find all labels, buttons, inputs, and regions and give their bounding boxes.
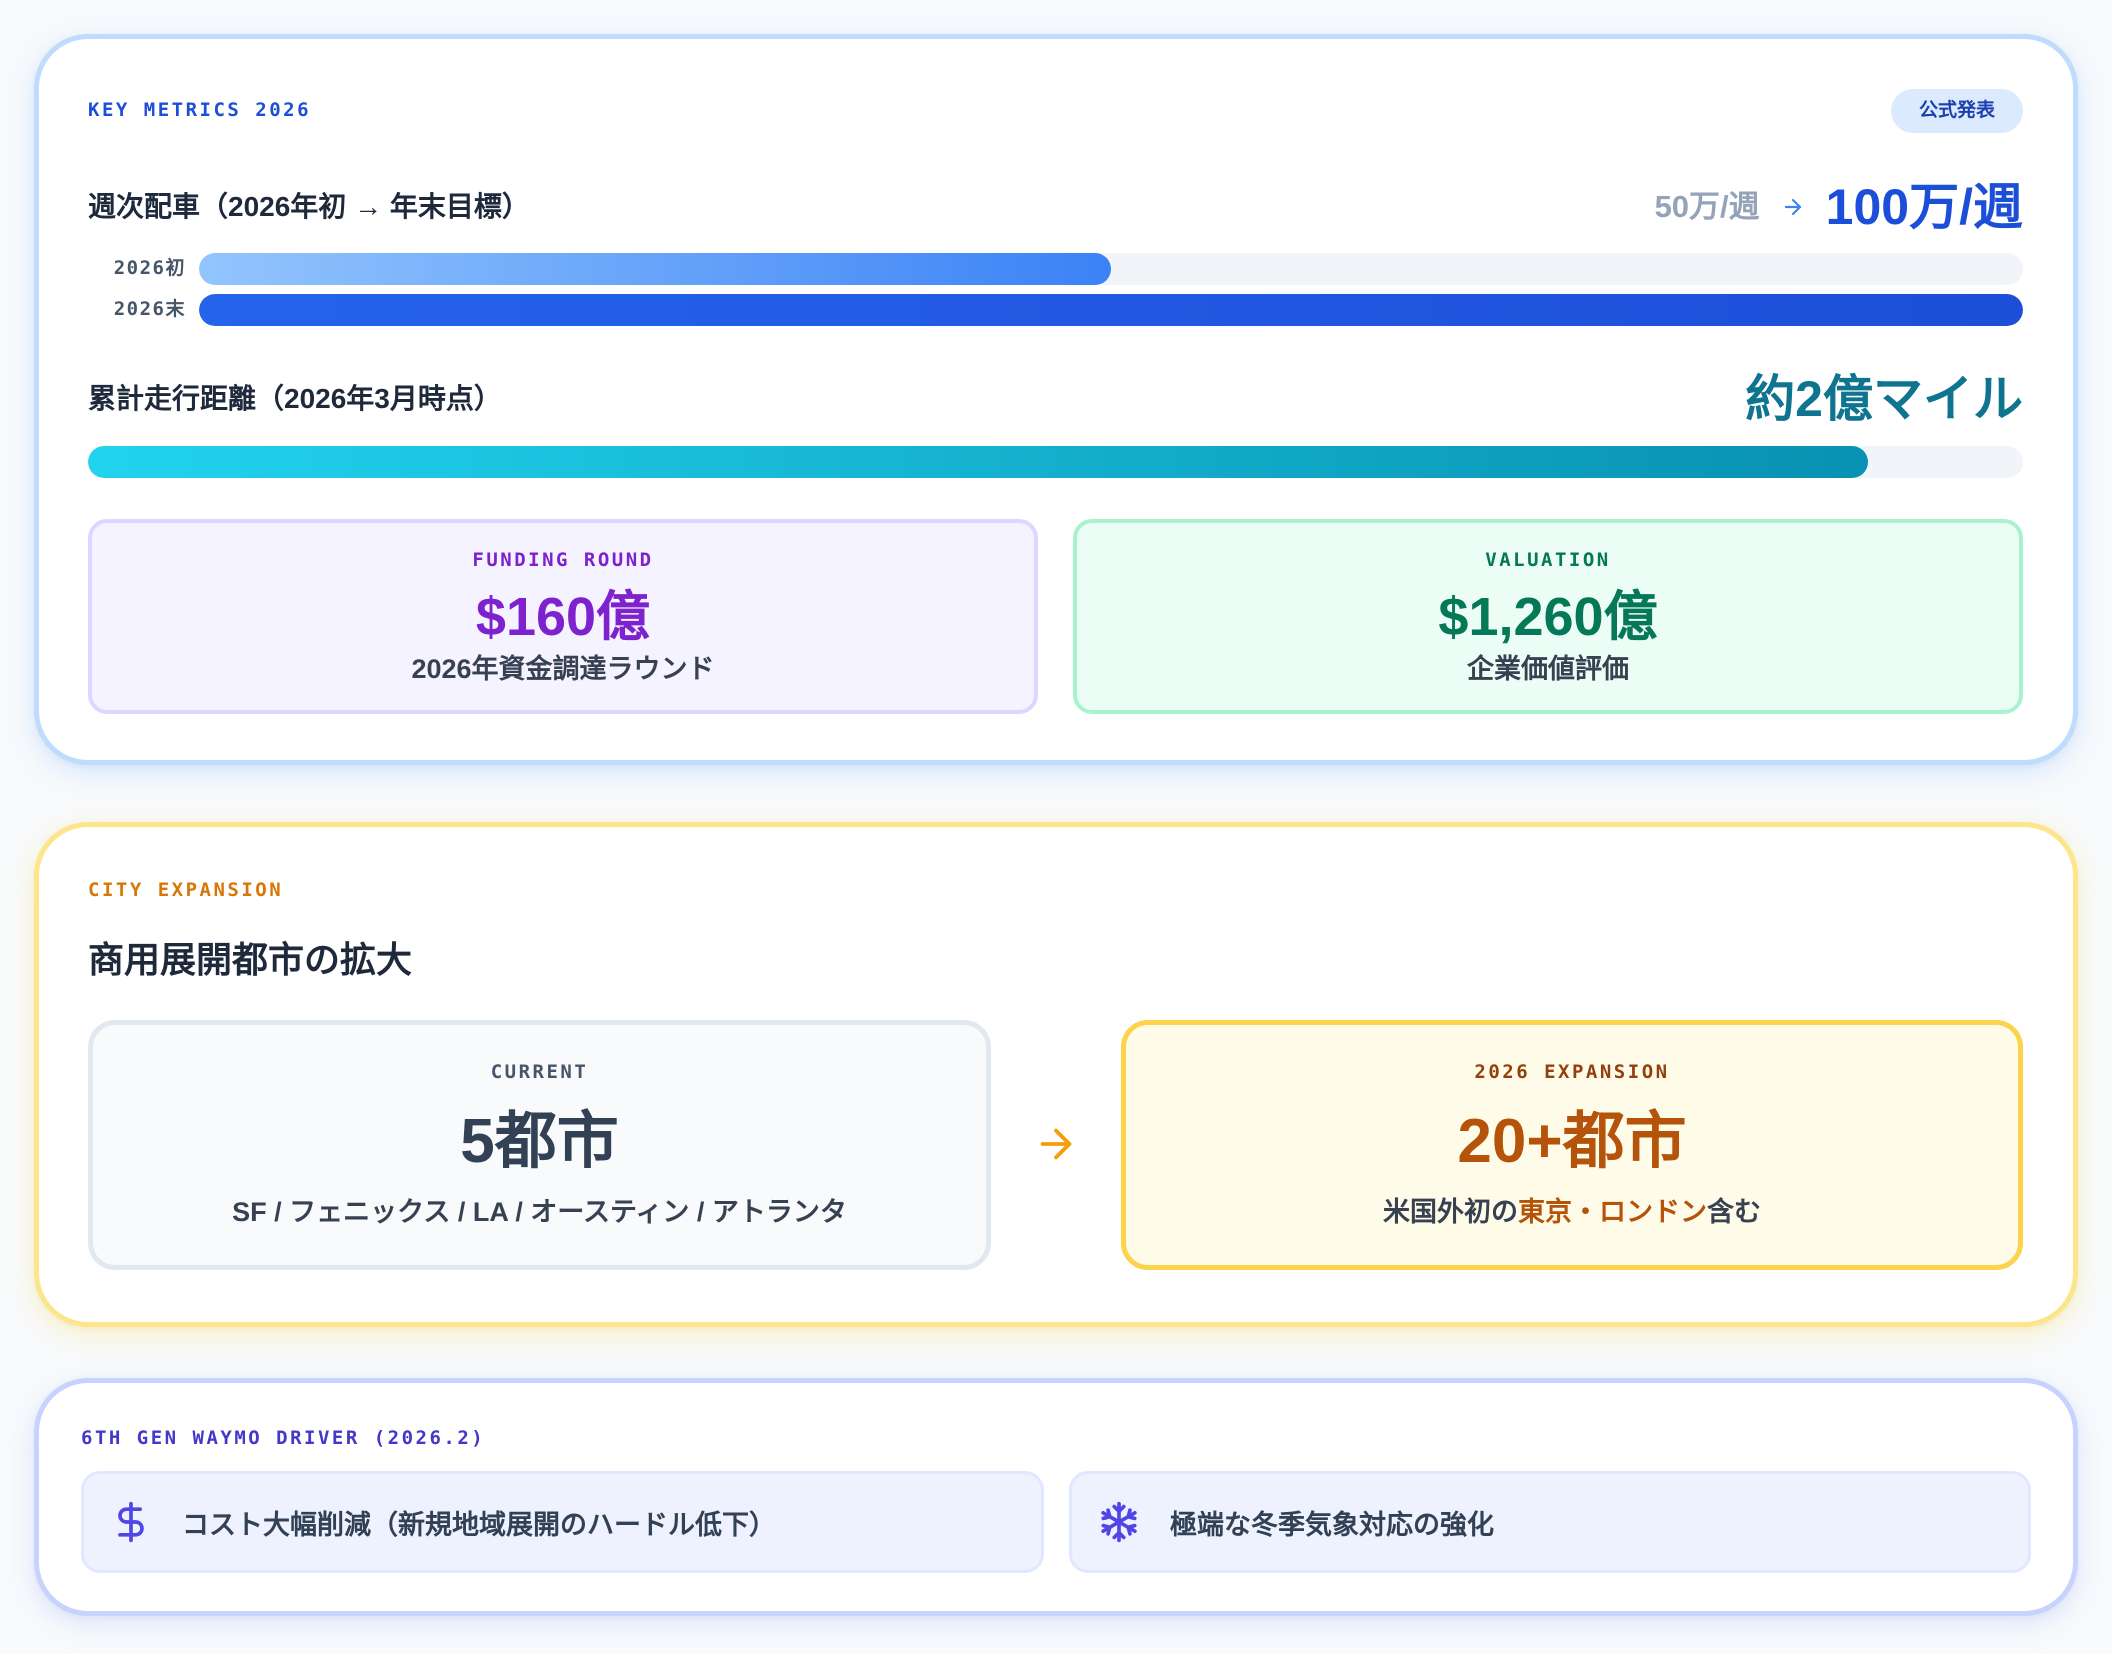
current-label: CURRENT xyxy=(490,1061,589,1083)
section-label: 6TH GEN WAYMO DRIVER (2026.2) xyxy=(81,1427,486,1449)
progress-bar-fill xyxy=(199,253,1111,285)
valuation-label: VALUATION xyxy=(1485,549,1611,571)
cumulative-miles-track xyxy=(88,446,2023,478)
city-expansion-card: CITY EXPANSION 商用展開都市の拡大 CURRENT 5都市 SF … xyxy=(34,822,2078,1327)
progress-bar-label: 2026末 xyxy=(113,298,186,320)
cumulative-miles-fill xyxy=(88,446,1869,478)
valuation-value: $1,260億 xyxy=(1438,587,1658,647)
arrow-right-icon xyxy=(1781,195,1805,219)
progress-bar-track xyxy=(199,253,2023,285)
weekly-rides-start-value: 50万/週 xyxy=(1654,189,1760,224)
feature-winter-weather: 極端な冬季気象対応の強化 xyxy=(1069,1471,2031,1573)
funding-round-caption: 2026年資金調達ラウンド xyxy=(411,654,715,684)
cumulative-miles-title: 累計走行距離（2026年3月時点） xyxy=(88,383,502,414)
funding-round-value: $160億 xyxy=(475,587,651,647)
snowflake-icon xyxy=(1097,1500,1141,1544)
expansion-label: 2026 EXPANSION xyxy=(1474,1061,1670,1083)
expansion-note-highlight: 東京・ロンドン xyxy=(1518,1197,1707,1227)
funding-round-panel: FUNDING ROUND $160億 2026年資金調達ラウンド xyxy=(88,519,1038,714)
expansion-note-prefix: 米国外初の xyxy=(1383,1197,1518,1227)
weekly-rides-target-value: 100万/週 xyxy=(1825,179,2023,235)
valuation-panel: VALUATION $1,260億 企業価値評価 xyxy=(1073,519,2023,714)
current-city-count: 5都市 xyxy=(460,1107,619,1176)
progress-bar-fill xyxy=(199,294,2023,326)
weekly-rides-title: 週次配車（2026年初 → 年末目標） xyxy=(88,191,530,222)
expansion-city-count: 20+都市 xyxy=(1457,1107,1687,1176)
waymo-driver-card: 6TH GEN WAYMO DRIVER (2026.2) コスト大幅削減（新規… xyxy=(34,1378,2078,1616)
weekly-rides-values: 50万/週 100万/週 xyxy=(1655,179,2023,235)
city-expansion-title: 商用展開都市の拡大 xyxy=(88,939,413,980)
arrow-right-icon xyxy=(1033,1121,1079,1167)
feature-text: コスト大幅削減（新規地域展開のハードル低下） xyxy=(182,1509,776,1540)
official-announcement-badge: 公式発表 xyxy=(1890,89,2023,133)
feature-cost-reduction: コスト大幅削減（新規地域展開のハードル低下） xyxy=(81,1471,1044,1573)
valuation-caption: 企業価値評価 xyxy=(1467,654,1629,684)
expansion-city-note: 米国外初の東京・ロンドン含む xyxy=(1126,1194,2018,1230)
progress-bar-track xyxy=(199,294,2023,326)
current-cities-panel: CURRENT 5都市 SF / フェニックス / LA / オースティン / … xyxy=(88,1020,991,1270)
cumulative-miles-value: 約2億マイル xyxy=(1745,371,2023,427)
dollar-icon xyxy=(109,1500,153,1544)
expansion-note-suffix: 含む xyxy=(1707,1197,1761,1227)
section-label: CITY EXPANSION xyxy=(88,879,284,901)
feature-text: 極端な冬季気象対応の強化 xyxy=(1170,1509,1494,1540)
key-metrics-card: KEY METRICS 2026 公式発表 週次配車（2026年初 → 年末目標… xyxy=(34,34,2078,765)
funding-round-label: FUNDING ROUND xyxy=(472,549,654,571)
expansion-cities-panel: 2026 EXPANSION 20+都市 米国外初の東京・ロンドン含む xyxy=(1121,1020,2023,1270)
progress-bar-label: 2026初 xyxy=(113,257,186,279)
current-city-list: SF / フェニックス / LA / オースティン / アトランタ xyxy=(232,1197,847,1227)
section-label: KEY METRICS 2026 xyxy=(88,99,312,121)
